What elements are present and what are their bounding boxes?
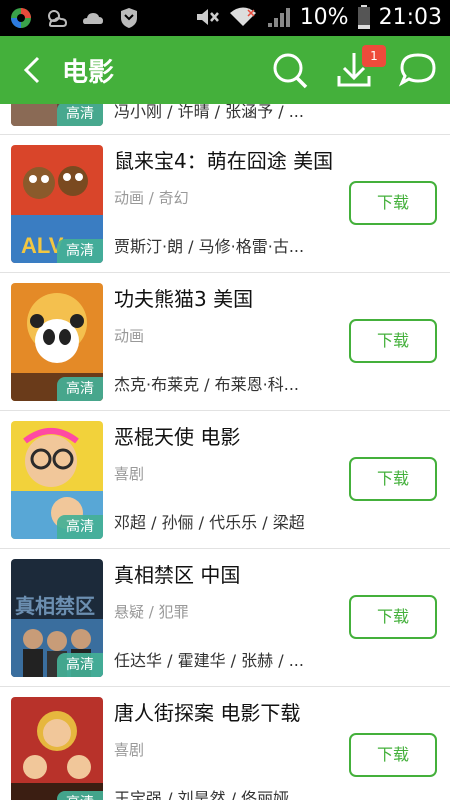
hd-badge: 高清 — [57, 239, 103, 263]
chat-bubble-icon — [398, 53, 436, 87]
clock: 21:03 — [378, 4, 442, 30]
movie-actors: 冯小刚 / 许晴 / 张涵予 / ... — [114, 104, 304, 121]
movie-actors: 邓超 / 孙俪 / 代乐乐 / 梁超 — [114, 513, 305, 532]
hd-badge: 高清 — [57, 515, 103, 539]
hd-badge: 高清 — [57, 653, 103, 677]
hd-badge: 高清 — [57, 377, 103, 401]
movie-title[interactable]: 恶棍天使 电影 — [114, 421, 240, 450]
movie-actors: 贾斯汀·朗 / 马修·格雷·古... — [114, 237, 305, 256]
movie-genre: 动画 — [114, 327, 145, 345]
download-count-badge: 1 — [362, 45, 386, 67]
movie-actors: 杰克·布莱克 / 布莱恩·科... — [114, 375, 299, 394]
movie-poster[interactable]: 真相禁区 高清 — [11, 559, 103, 677]
weather-icon — [44, 5, 70, 31]
movie-title[interactable]: 鼠来宝4：萌在囧途 美国 — [114, 145, 333, 174]
movie-genre: 动画 / 奇幻 — [114, 189, 189, 207]
wifi-icon — [229, 7, 256, 26]
list-item-partial[interactable]: 高清 冯小刚 / 许晴 / 张涵予 / ... — [0, 104, 450, 135]
notification-icons — [8, 5, 142, 31]
download-button[interactable]: 下载 — [349, 733, 437, 777]
search-icon — [273, 53, 308, 89]
movie-actors: 王宝强 / 刘昊然 / 佟丽娅 — [114, 789, 290, 800]
movie-actors: 任达华 / 霍建华 / 张赫 / ... — [114, 651, 304, 670]
search-button[interactable] — [270, 50, 310, 90]
cloud-icon — [80, 5, 106, 31]
movie-list[interactable]: 高清 冯小刚 / 许晴 / 张涵予 / ... ALV 高清 鼠来宝4：萌在囧途… — [0, 104, 450, 800]
download-button[interactable]: 下载 — [349, 319, 437, 363]
page-title: 电影 — [62, 58, 115, 88]
signal-icon — [267, 8, 290, 27]
movie-title[interactable]: 功夫熊猫3 美国 — [114, 283, 253, 312]
movie-poster[interactable]: ALV 高清 — [11, 145, 103, 263]
download-button[interactable]: 下载 — [349, 595, 437, 639]
movie-genre: 喜剧 — [114, 741, 145, 759]
battery-percent: 10% — [299, 4, 349, 30]
movie-genre: 喜剧 — [114, 465, 145, 483]
movie-title[interactable]: 真相禁区 中国 — [114, 559, 240, 588]
hd-badge: 高清 — [57, 104, 103, 126]
list-item[interactable]: ALV 高清 鼠来宝4：萌在囧途 美国 动画 / 奇幻 贾斯汀·朗 / 马修·格… — [0, 135, 450, 273]
list-item[interactable]: 高清 唐人街探案 电影下载 喜剧 王宝强 / 刘昊然 / 佟丽娅 下载 — [0, 687, 450, 800]
svg-text:真相禁区: 真相禁区 — [15, 594, 95, 618]
app-bar: 电影 1 — [0, 36, 450, 104]
list-item[interactable]: 高清 恶棍天使 电影 喜剧 邓超 / 孙俪 / 代乐乐 / 梁超 下载 — [0, 411, 450, 549]
back-button[interactable] — [18, 54, 50, 86]
list-item[interactable]: 高清 功夫熊猫3 美国 动画 杰克·布莱克 / 布莱恩·科... 下载 — [0, 273, 450, 411]
app-notification-icon — [8, 5, 34, 31]
movie-poster[interactable]: 高清 — [11, 697, 103, 800]
system-icons: 10% 21:03 — [194, 4, 442, 30]
movie-poster: 高清 — [11, 104, 103, 126]
message-button[interactable] — [398, 50, 438, 90]
movie-poster[interactable]: 高清 — [11, 283, 103, 401]
chevron-left-icon — [23, 56, 40, 84]
mute-icon — [196, 9, 219, 25]
status-bar: 10% 21:03 — [0, 0, 450, 36]
shield-icon — [116, 5, 142, 31]
movie-title[interactable]: 唐人街探案 电影下载 — [114, 697, 300, 726]
movie-genre: 悬疑 / 犯罪 — [114, 603, 189, 621]
download-button[interactable]: 下载 — [349, 181, 437, 225]
battery-icon — [357, 5, 370, 29]
movie-poster[interactable]: 高清 — [11, 421, 103, 539]
hd-badge: 高清 — [57, 791, 103, 800]
download-button[interactable]: 下载 — [349, 457, 437, 501]
list-item[interactable]: 真相禁区 高清 真相禁区 中国 悬疑 / 犯罪 任达华 / 霍建华 / 张赫 /… — [0, 549, 450, 687]
